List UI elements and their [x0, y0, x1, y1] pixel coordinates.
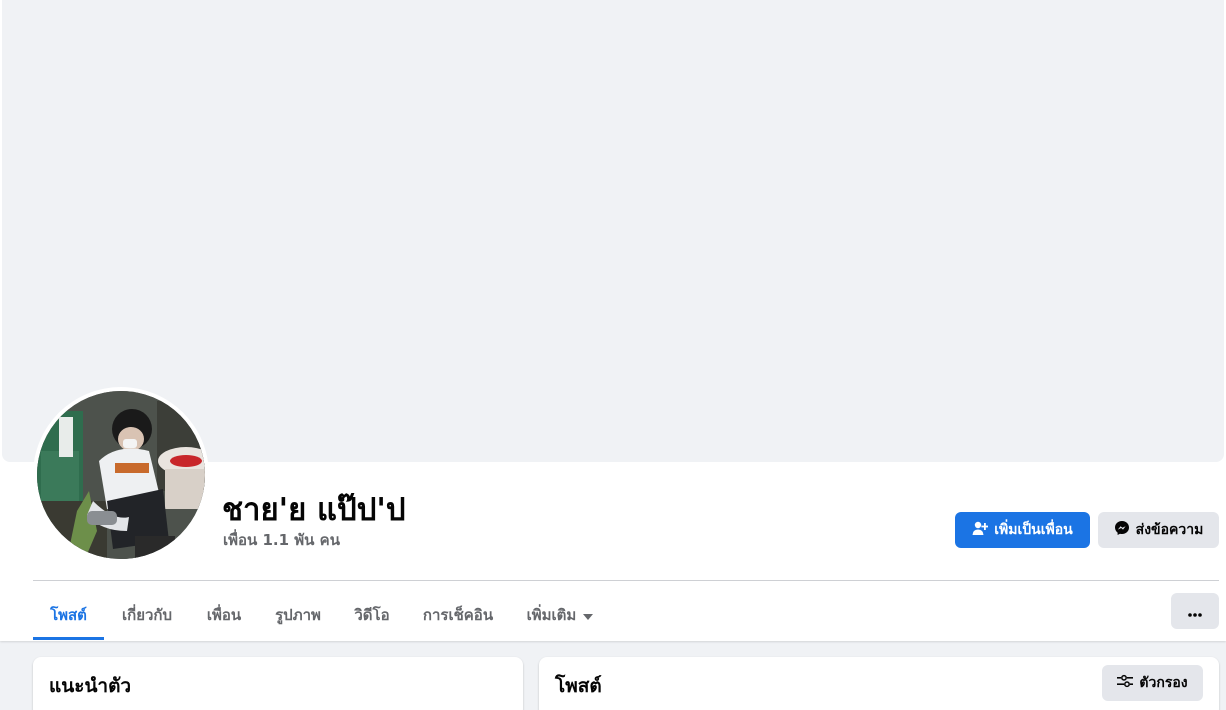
tab-posts[interactable]: โพสต์	[33, 590, 104, 640]
cover-photo[interactable]	[2, 0, 1224, 462]
tab-checkins[interactable]: การเช็คอิน	[410, 590, 506, 640]
add-friend-button[interactable]: เพิ่มเป็นเพื่อน	[955, 512, 1090, 548]
avatar-photo	[37, 391, 205, 559]
messenger-icon	[1114, 520, 1130, 540]
intro-card-title: แนะนำตัว	[49, 675, 132, 697]
tab-more-label: เพิ่มเติม	[526, 606, 577, 624]
tab-friends[interactable]: เพื่อน	[193, 590, 255, 640]
filter-icon	[1117, 674, 1134, 692]
tab-photos[interactable]: รูปภาพ	[262, 590, 334, 640]
add-friend-label: เพิ่มเป็นเพื่อน	[994, 522, 1073, 538]
tab-more[interactable]: เพิ่มเติม	[514, 590, 606, 640]
more-options-button[interactable]	[1171, 593, 1219, 629]
filter-label: ตัวกรอง	[1139, 675, 1188, 691]
tab-about[interactable]: เกี่ยวกับ	[108, 590, 186, 640]
filter-button[interactable]: ตัวกรอง	[1102, 665, 1203, 701]
message-button[interactable]: ส่งข้อความ	[1098, 512, 1219, 548]
add-friend-icon	[972, 520, 989, 540]
active-tab-indicator	[33, 637, 104, 640]
intro-card: แนะนำตัว	[33, 657, 523, 710]
profile-header: ชาย'ย แป๊ป'ป เพื่อน 1.1 พัน คน เพิ่มเป็น…	[0, 0, 1226, 641]
posts-card-title: โพสต์	[555, 675, 602, 697]
friend-count[interactable]: เพื่อน 1.1 พัน คน	[223, 528, 340, 552]
profile-name: ชาย'ย แป๊ป'ป	[222, 492, 406, 528]
avatar[interactable]	[37, 391, 205, 559]
profile-page: ชาย'ย แป๊ป'ป เพื่อน 1.1 พัน คน เพิ่มเป็น…	[0, 0, 1226, 710]
message-label: ส่งข้อความ	[1135, 522, 1204, 538]
posts-card: โพสต์ ตัวกรอง	[539, 657, 1219, 710]
more-options-icon	[1188, 602, 1202, 621]
caret-down-icon	[583, 606, 594, 624]
tab-videos[interactable]: วิดีโอ	[342, 590, 402, 640]
header-divider	[33, 580, 1219, 581]
